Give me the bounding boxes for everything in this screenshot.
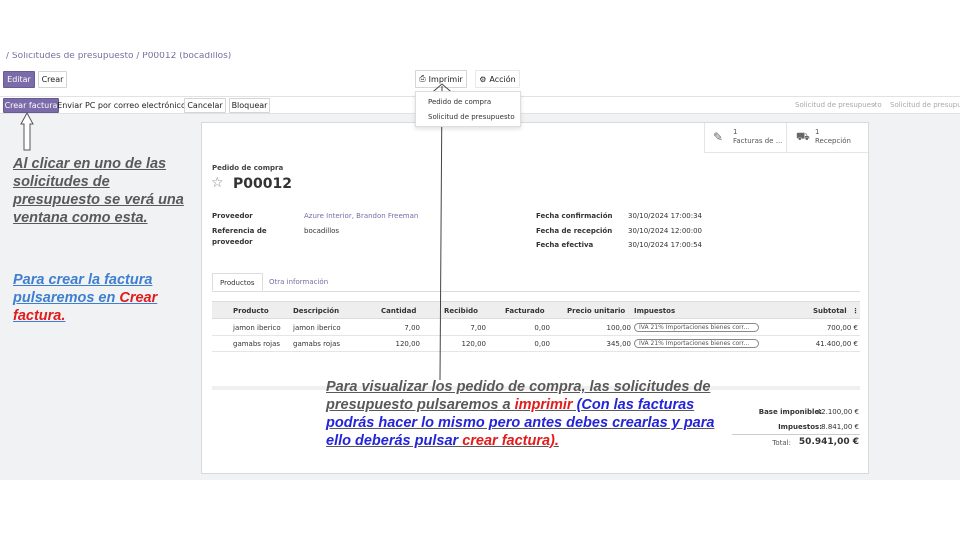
note-print: Para visualizar los pedido de compra, la… <box>326 378 720 450</box>
annotation-arrows <box>20 83 457 381</box>
note-invoices-highlight: crear factura). <box>462 433 559 449</box>
note-print-highlight: imprimir <box>514 397 573 413</box>
pointer-line <box>439 85 443 381</box>
print-menu-item-purchase-order[interactable]: Pedido de compra <box>416 95 520 110</box>
note-create-invoice: Para crear la factura pulsaremos en Crea… <box>13 271 183 325</box>
up-arrow-shape <box>20 111 34 151</box>
print-menu-item-rfq[interactable]: Solicitud de presupuesto <box>416 110 520 125</box>
print-menu: Pedido de compra Solicitud de presupuest… <box>415 91 521 127</box>
note-click-rfq: Al clicar en uno de las solicitudes de p… <box>13 156 184 226</box>
